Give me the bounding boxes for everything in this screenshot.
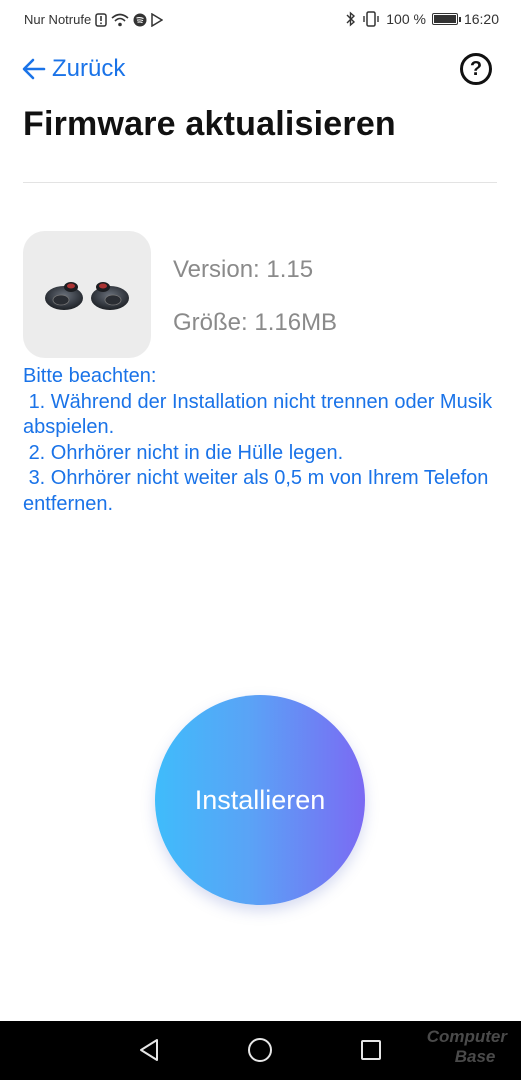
- notes-heading: Bitte beachten:: [23, 365, 157, 387]
- circle-home-icon: [248, 1038, 272, 1062]
- nav-home-button[interactable]: [245, 1035, 275, 1065]
- watermark-line-2: Base: [454, 1047, 496, 1066]
- watermark-line-1: Computer: [426, 1027, 507, 1046]
- alert-icon: [95, 12, 107, 27]
- back-button[interactable]: Zurück: [22, 52, 125, 86]
- nav-back-button[interactable]: [134, 1035, 164, 1065]
- back-label: Zurück: [52, 55, 126, 82]
- square-recents-icon: [361, 1040, 381, 1060]
- vibrate-icon: [362, 11, 380, 27]
- install-notes: Bitte beachten: 1. Während der Installat…: [23, 364, 503, 517]
- battery-icon: [431, 13, 461, 25]
- help-icon: ?: [469, 57, 483, 80]
- note-item-2: 2. Ohrhörer nicht in die Hülle legen.: [23, 441, 344, 464]
- page-title: Firmware aktualisieren: [23, 105, 396, 143]
- note-item-1: 1. Während der Installation nicht trenne…: [23, 390, 498, 439]
- note-item-3: 3. Ohrhörer nicht weiter als 0,5 m von I…: [23, 467, 494, 515]
- firmware-version: Version: 1.15: [173, 256, 314, 283]
- status-bar-left: Nur Notrufe: [24, 12, 164, 27]
- clock: 16:20: [463, 11, 499, 27]
- bluetooth-icon: [346, 11, 356, 27]
- battery-percent: 100 %: [386, 11, 426, 27]
- help-button[interactable]: ?: [460, 53, 492, 85]
- arrow-left-icon: [22, 58, 46, 80]
- carrier-text: Nur Notrufe: [24, 12, 92, 27]
- firmware-size: Größe: 1.16MB: [173, 309, 338, 336]
- earbuds-icon: [45, 281, 129, 310]
- status-bar-right: 100 % 16:20: [346, 11, 499, 27]
- play-store-icon: [151, 12, 164, 27]
- navigation-bar: Computer Base: [0, 1021, 521, 1080]
- triangle-back-icon: [140, 1039, 158, 1061]
- status-bar: Nur Notrufe 100 % 16:20: [0, 0, 521, 40]
- install-button-label: Installieren: [194, 784, 326, 815]
- wifi-icon: [111, 13, 129, 27]
- earbuds-image: [23, 231, 151, 358]
- nav-recents-button[interactable]: [356, 1035, 386, 1065]
- spotify-icon: [133, 13, 147, 27]
- watermark: Computer Base: [427, 1027, 507, 1067]
- divider: [23, 182, 497, 183]
- install-button[interactable]: Installieren: [155, 695, 365, 905]
